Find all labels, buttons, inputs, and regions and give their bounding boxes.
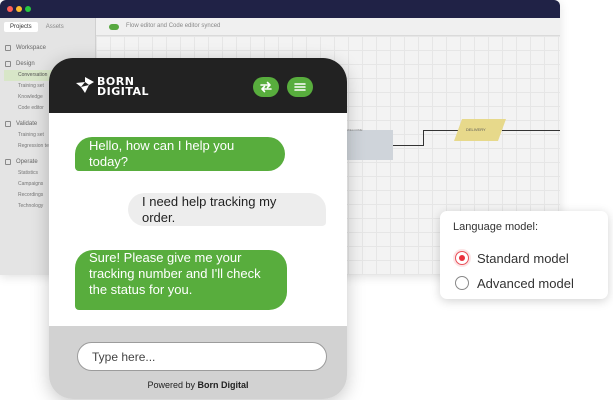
swap-button[interactable] xyxy=(253,77,279,97)
radio-label: Standard model xyxy=(477,250,569,266)
radio-advanced-model[interactable]: Advanced model xyxy=(455,275,574,291)
flow-decision-label: DELIVERY xyxy=(466,127,486,132)
chat-header: BORN DIGITAL xyxy=(49,58,347,113)
operate-icon xyxy=(5,159,11,165)
flow-connector xyxy=(502,130,560,131)
chat-footer: Powered by Born Digital xyxy=(49,326,347,399)
flow-connector xyxy=(423,130,458,131)
flow-connector xyxy=(423,130,424,146)
chat-widget: BORN DIGITAL Hello, how can I help you t… xyxy=(49,58,347,399)
message-text: Sure! Please give me your tracking numbe… xyxy=(89,250,261,297)
message-input[interactable] xyxy=(77,342,327,371)
sync-toggle[interactable] xyxy=(109,24,119,30)
menu-icon xyxy=(294,83,306,91)
minimize-window-icon[interactable] xyxy=(16,6,22,12)
flow-node-label: WELCOME xyxy=(347,128,363,132)
message-text: Hello, how can I help you today? xyxy=(89,138,235,169)
language-model-title: Language model: xyxy=(453,221,539,233)
message-text: I need help tracking my order. xyxy=(142,193,277,225)
close-window-icon[interactable] xyxy=(7,6,13,12)
brand-name-line2: DIGITAL xyxy=(97,85,150,98)
menu-button[interactable] xyxy=(287,77,313,97)
tab-projects[interactable]: Projects xyxy=(4,22,38,32)
radio-label: Advanced model xyxy=(477,275,574,291)
design-icon xyxy=(5,61,11,67)
validate-icon xyxy=(5,121,11,127)
logo-mark-icon xyxy=(76,77,94,93)
workspace-icon xyxy=(5,45,11,51)
window-titlebar xyxy=(0,0,560,18)
swap-icon xyxy=(260,81,272,93)
flow-node-box[interactable] xyxy=(345,130,393,160)
powered-prefix: Powered by xyxy=(147,380,195,390)
radio-unselected-icon[interactable] xyxy=(455,276,469,290)
sync-status-text: Flow editor and Code editor synced xyxy=(126,23,221,29)
maximize-window-icon[interactable] xyxy=(25,6,31,12)
language-model-card: Language model: Standard model Advanced … xyxy=(440,211,608,299)
user-message: I need help tracking my order. xyxy=(128,193,326,226)
chat-messages[interactable]: Hello, how can I help you today? I need … xyxy=(49,113,347,326)
bot-message: Sure! Please give me your tracking numbe… xyxy=(75,250,287,310)
nav-item-conversation[interactable]: Conversation xyxy=(4,70,55,81)
tab-assets[interactable]: Assets xyxy=(40,22,70,32)
powered-by-text: Powered by Born Digital xyxy=(49,380,347,390)
nav-section-workspace[interactable]: Workspace xyxy=(4,42,95,54)
bot-message: Hello, how can I help you today? xyxy=(75,137,285,171)
editor-toolbar: Flow editor and Code editor synced xyxy=(96,18,560,36)
flow-connector xyxy=(393,145,423,146)
powered-brand-link[interactable]: Born Digital xyxy=(198,380,249,390)
radio-selected-icon[interactable] xyxy=(455,251,469,265)
radio-standard-model[interactable]: Standard model xyxy=(455,250,569,266)
